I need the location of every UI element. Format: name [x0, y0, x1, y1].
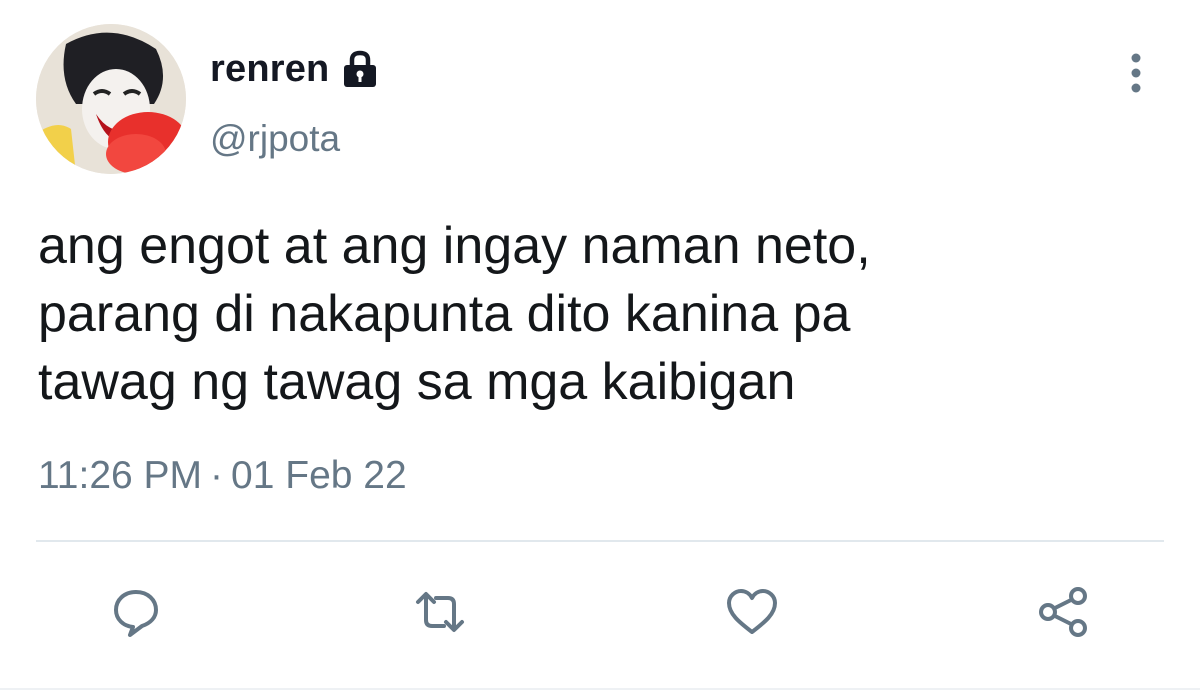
heart-icon — [723, 584, 781, 645]
tweet-timestamp[interactable]: 11:26 PM · 01 Feb 22 — [38, 454, 407, 498]
share-button[interactable] — [1034, 584, 1094, 644]
more-vertical-icon[interactable] — [1118, 52, 1154, 96]
tweet-text-line: ang engot at ang ingay naman neto, — [38, 217, 871, 275]
meta-separator: · — [210, 454, 224, 497]
display-name[interactable]: renren — [210, 48, 329, 91]
user-handle[interactable]: @rjpota — [210, 118, 340, 160]
share-icon — [1034, 584, 1094, 645]
display-name-row: renren — [210, 44, 381, 94]
lock-icon — [339, 48, 381, 90]
tweet-date: 01 Feb 22 — [231, 454, 407, 497]
like-button[interactable] — [722, 584, 782, 644]
bottom-divider — [0, 688, 1200, 690]
avatar[interactable] — [36, 24, 186, 174]
reply-button[interactable] — [106, 584, 166, 644]
retweet-button[interactable] — [410, 584, 470, 644]
tweet-text-line: parang di nakapunta dito kanina pa — [38, 285, 851, 343]
tweet-card: renren @rjpota ang engot at ang ingay na… — [0, 0, 1200, 700]
tweet-text: ang engot at ang ingay naman neto, paran… — [38, 212, 1158, 416]
retweet-icon — [410, 584, 470, 645]
tweet-time: 11:26 PM — [38, 454, 203, 497]
action-bar — [0, 584, 1200, 644]
tweet-text-line: tawag ng tawag sa mga kaibigan — [38, 353, 796, 411]
divider — [36, 540, 1164, 542]
comment-icon — [108, 584, 164, 645]
